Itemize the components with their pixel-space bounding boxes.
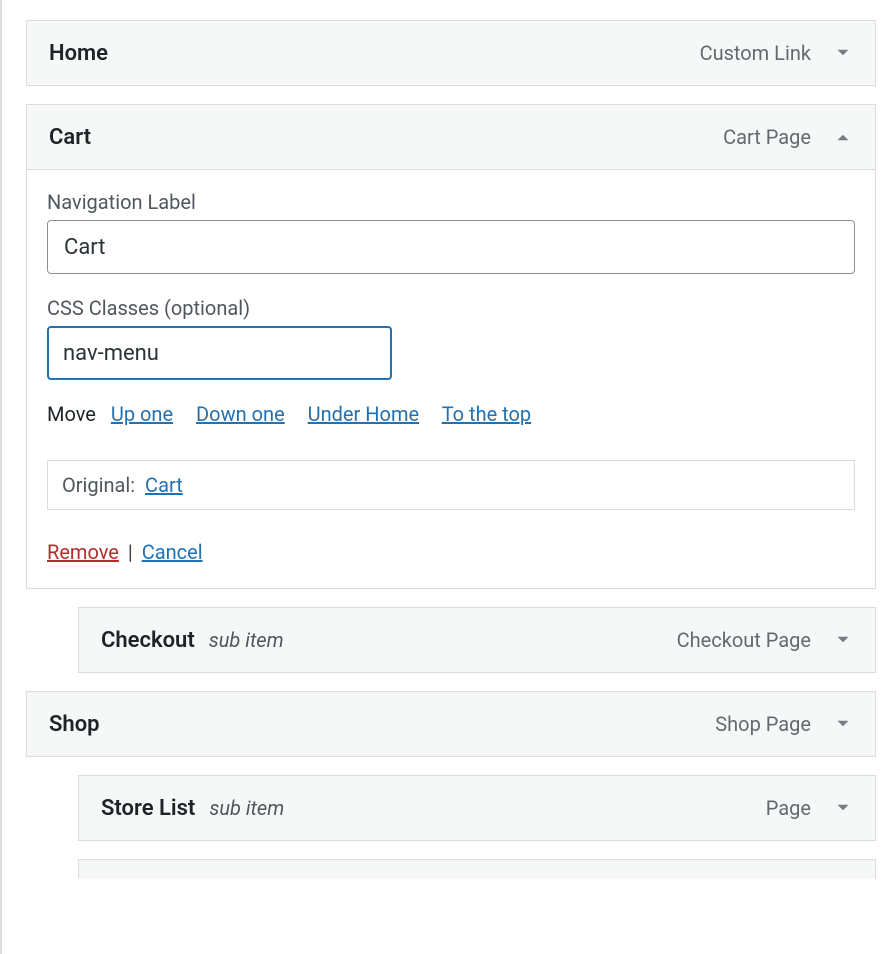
chevron-down-icon[interactable] bbox=[829, 710, 857, 738]
css-classes-label: CSS Classes (optional) bbox=[47, 296, 855, 320]
menu-item-bar[interactable]: Checkout sub item Checkout Page bbox=[78, 607, 876, 673]
navigation-label-input[interactable] bbox=[47, 220, 855, 274]
original-box: Original: Cart bbox=[47, 460, 855, 510]
menu-item-type: Shop Page bbox=[715, 712, 811, 736]
navigation-label-label: Navigation Label bbox=[47, 190, 855, 214]
chevron-up-icon[interactable] bbox=[829, 123, 857, 151]
item-actions: Remove | Cancel bbox=[47, 540, 855, 564]
chevron-down-icon[interactable] bbox=[829, 626, 857, 654]
sub-item-label: sub item bbox=[209, 628, 284, 652]
cancel-link[interactable]: Cancel bbox=[142, 540, 203, 564]
menu-item-type: Checkout Page bbox=[677, 628, 811, 652]
menu-item-cart[interactable]: Cart Cart Page Navigation Label CSS Clas… bbox=[26, 104, 876, 589]
menu-item-title: Cart bbox=[49, 125, 91, 150]
menu-item-checkout[interactable]: Checkout sub item Checkout Page bbox=[78, 607, 876, 673]
move-label: Move bbox=[47, 402, 96, 426]
menu-item-settings: Navigation Label CSS Classes (optional) … bbox=[26, 170, 876, 589]
menu-item-title: Checkout bbox=[101, 628, 195, 653]
chevron-down-icon[interactable] bbox=[829, 794, 857, 822]
menu-item-title: Home bbox=[49, 41, 108, 66]
original-label: Original: bbox=[62, 473, 135, 497]
move-under-link[interactable]: Under Home bbox=[308, 402, 419, 426]
move-up-link[interactable]: Up one bbox=[111, 402, 173, 426]
menu-item-type: Cart Page bbox=[723, 125, 811, 149]
original-link[interactable]: Cart bbox=[145, 473, 183, 497]
menu-item-bar[interactable]: Home Custom Link bbox=[26, 20, 876, 86]
menu-item-bar[interactable]: Shop Shop Page bbox=[26, 691, 876, 757]
menu-item-bar[interactable]: Store List sub item Page bbox=[78, 775, 876, 841]
sub-item-label: sub item bbox=[209, 796, 284, 820]
move-row: Move Up one Down one Under Home To the t… bbox=[47, 402, 855, 426]
menu-item-cutoff bbox=[78, 859, 876, 879]
menu-item-shop[interactable]: Shop Shop Page bbox=[26, 691, 876, 757]
chevron-down-icon[interactable] bbox=[829, 39, 857, 67]
move-down-link[interactable]: Down one bbox=[196, 402, 285, 426]
menu-item-storelist[interactable]: Store List sub item Page bbox=[78, 775, 876, 841]
menu-item-title: Shop bbox=[49, 712, 100, 737]
remove-link[interactable]: Remove bbox=[47, 540, 119, 564]
menu-item-bar[interactable]: Cart Cart Page bbox=[26, 104, 876, 170]
css-classes-input[interactable] bbox=[47, 326, 392, 380]
menu-item-title: Store List bbox=[101, 796, 195, 821]
menu-item-home[interactable]: Home Custom Link bbox=[26, 20, 876, 86]
action-separator: | bbox=[128, 540, 133, 564]
move-top-link[interactable]: To the top bbox=[442, 402, 531, 426]
menu-item-type: Page bbox=[766, 796, 811, 820]
menu-item-type: Custom Link bbox=[700, 41, 811, 65]
